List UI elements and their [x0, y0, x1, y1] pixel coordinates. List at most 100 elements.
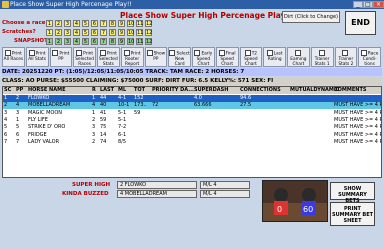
table-cell-pp: 1 — [16, 116, 20, 123]
checkbox-icon[interactable] — [244, 50, 251, 56]
scratch-button-10[interactable]: 10 — [127, 29, 134, 36]
toolbar-button-7[interactable]: Select New Card — [168, 47, 191, 67]
toolbar-button-4[interactable]: Print Selected Stats — [97, 47, 120, 67]
print-summary-bet-sheet-button[interactable]: PRINT SUMMARY BET SHEET — [330, 202, 375, 226]
column-header[interactable]: TOT — [134, 87, 145, 94]
toolbar-button-9[interactable]: Final Speed Chart — [215, 47, 239, 67]
race-button-1[interactable]: 1 — [46, 20, 53, 27]
toolbar-button-13[interactable]: Trainer Stats 1 — [310, 47, 334, 67]
table-cell-pp: 3 — [16, 109, 20, 116]
column-header[interactable]: SC — [4, 87, 11, 94]
checkbox-icon[interactable] — [360, 50, 367, 56]
snapshot-button-9[interactable]: 9 — [118, 38, 125, 45]
scratch-button-2[interactable]: 2 — [55, 29, 62, 36]
scratch-button-5[interactable]: 5 — [82, 29, 89, 36]
show-summary-bets-button[interactable]: SHOW SUMMARY BETS — [330, 182, 375, 204]
race-button-3[interactable]: 3 — [64, 20, 71, 27]
surface-toggle-button[interactable]: Dirt (Click to Change) — [282, 11, 340, 23]
checkbox-icon[interactable] — [194, 50, 201, 56]
snapshot-button-3[interactable]: 3 — [64, 38, 71, 45]
scratch-button-4[interactable]: 4 — [73, 29, 80, 36]
end-button[interactable]: END — [345, 11, 376, 35]
race-button-9[interactable]: 9 — [118, 20, 125, 27]
scratch-button-3[interactable]: 3 — [64, 29, 71, 36]
snapshot-button-4[interactable]: 4 — [73, 38, 80, 45]
snapshot-button-7[interactable]: 7 — [100, 38, 107, 45]
table-row[interactable]: 1 2 FLOWKO 1 44 4-1 152 4.0 94.6 — [3, 95, 381, 102]
toolbar-button-12[interactable]: Eaming Chart — [287, 47, 310, 67]
snapshot-button-5[interactable]: 5 — [82, 38, 89, 45]
table-cell-ml: 4-1 — [118, 95, 127, 101]
column-header[interactable]: MUTUALDYNAMIC — [290, 87, 339, 94]
checkbox-icon[interactable] — [28, 50, 35, 56]
column-header[interactable]: PRIORITY DA... — [152, 87, 194, 94]
checkbox-icon[interactable] — [76, 50, 83, 56]
toolbar-button-5[interactable]: Print Rooter Report — [120, 47, 144, 67]
column-header[interactable]: PP — [16, 87, 23, 94]
column-header[interactable]: R — [92, 87, 96, 94]
table-cell-name: FLY LIFE — [28, 116, 48, 123]
snapshot-button-12[interactable]: 12 — [145, 38, 152, 45]
checkbox-icon[interactable] — [294, 50, 301, 56]
snapshot-button-11[interactable]: 11 — [136, 38, 143, 45]
race-button-10[interactable]: 10 — [127, 20, 134, 27]
checkbox-icon[interactable] — [218, 50, 225, 56]
column-header[interactable]: COMMENTS — [334, 87, 366, 94]
race-button-4[interactable]: 4 — [73, 20, 80, 27]
toolbar-button-3[interactable]: Print Selected Races — [73, 47, 96, 67]
toolbar-button-0[interactable]: Print All Races — [2, 47, 25, 67]
table-row[interactable]: 6 6 FRIDGE 3 14 6-1 MUST HAVE >= 4 PP — [3, 132, 381, 139]
checkbox-icon[interactable] — [4, 50, 11, 56]
column-header[interactable]: HORSE NAME — [28, 87, 66, 94]
column-header[interactable]: LAST — [100, 87, 114, 94]
race-button-8[interactable]: 8 — [109, 20, 116, 27]
race-button-2[interactable]: 2 — [55, 20, 62, 27]
toolbar-button-14[interactable]: Trainer Stats 2 — [334, 47, 358, 67]
checkbox-icon[interactable] — [99, 50, 106, 56]
table-row[interactable]: 3 3 MAGIC MOON 1 41 5-1 59 MUST HAVE >= 4 PP — [3, 110, 381, 117]
table-cell-tot: 59 — [134, 109, 141, 116]
scratch-button-12[interactable]: 12 — [145, 29, 152, 36]
scratch-button-11[interactable]: 11 — [136, 29, 143, 36]
race-button-5[interactable]: 5 — [82, 20, 89, 27]
checkbox-icon[interactable] — [342, 50, 349, 56]
table-cell-comments: MUST HAVE >= 4 PP — [334, 131, 382, 138]
toolbar-button-1[interactable]: Print All Stats — [25, 47, 49, 67]
checkbox-icon[interactable] — [318, 50, 325, 56]
scratch-button-6[interactable]: 6 — [91, 29, 98, 36]
scratch-button-7[interactable]: 7 — [100, 29, 107, 36]
checkbox-icon[interactable] — [146, 50, 153, 56]
snapshot-button-6[interactable]: 6 — [91, 38, 98, 45]
checkbox-icon[interactable] — [123, 50, 130, 56]
race-button-11[interactable]: 11 — [136, 20, 143, 27]
column-header[interactable]: ML — [118, 87, 126, 94]
toolbar-button-6[interactable]: Show PP — [144, 47, 168, 67]
snapshot-button-2[interactable]: 2 — [55, 38, 62, 45]
race-button-6[interactable]: 6 — [91, 20, 98, 27]
scratch-button-9[interactable]: 9 — [118, 29, 125, 36]
checkbox-icon[interactable] — [266, 50, 273, 56]
snapshot-button-1[interactable]: 1 — [46, 38, 53, 45]
scratch-button-8[interactable]: 8 — [109, 29, 116, 36]
toolbar-button-15[interactable]: Race Condi-tions — [358, 47, 381, 67]
toolbar-button-10[interactable]: T2 Speed Chart — [239, 47, 263, 67]
checkbox-icon[interactable] — [169, 50, 176, 56]
minimize-button[interactable]: _ — [353, 1, 363, 8]
toolbar-button-2[interactable]: Print PP — [49, 47, 73, 67]
scratch-button-1[interactable]: 1 — [46, 29, 53, 36]
table-row[interactable]: 4 1 FLY LIFE 2 59 5-1 MUST HAVE >= 4 PP — [3, 117, 381, 124]
table-row[interactable]: 5 5 STRIKE D' ORO 3 75 7-2 MUST HAVE >= 4 PP — [3, 124, 381, 131]
race-button-12[interactable]: 12 — [145, 20, 152, 27]
table-row[interactable]: 2 4 MOBELLADREAM 4 40 10-1 173.. 72 63.666 27.5 MU… — [3, 102, 381, 110]
race-button-7[interactable]: 7 — [100, 20, 107, 27]
close-button[interactable]: × — [373, 1, 384, 8]
toolbar-button-8[interactable]: Early Speed Chart — [192, 47, 215, 67]
column-header[interactable]: SUPERDASH — [194, 87, 228, 94]
snapshot-button-10[interactable]: 10 — [127, 38, 134, 45]
toolbar-button-11[interactable]: Last Rating — [263, 47, 286, 67]
column-header[interactable]: CONNECTIONS — [240, 87, 281, 94]
checkbox-icon[interactable] — [52, 50, 59, 56]
maximize-button[interactable]: □ — [363, 1, 373, 8]
table-row[interactable]: 7 7 LADY VALOR 2 74 8/5 MUST HAVE >= 4 PP — [3, 139, 381, 146]
snapshot-button-8[interactable]: 8 — [109, 38, 116, 45]
